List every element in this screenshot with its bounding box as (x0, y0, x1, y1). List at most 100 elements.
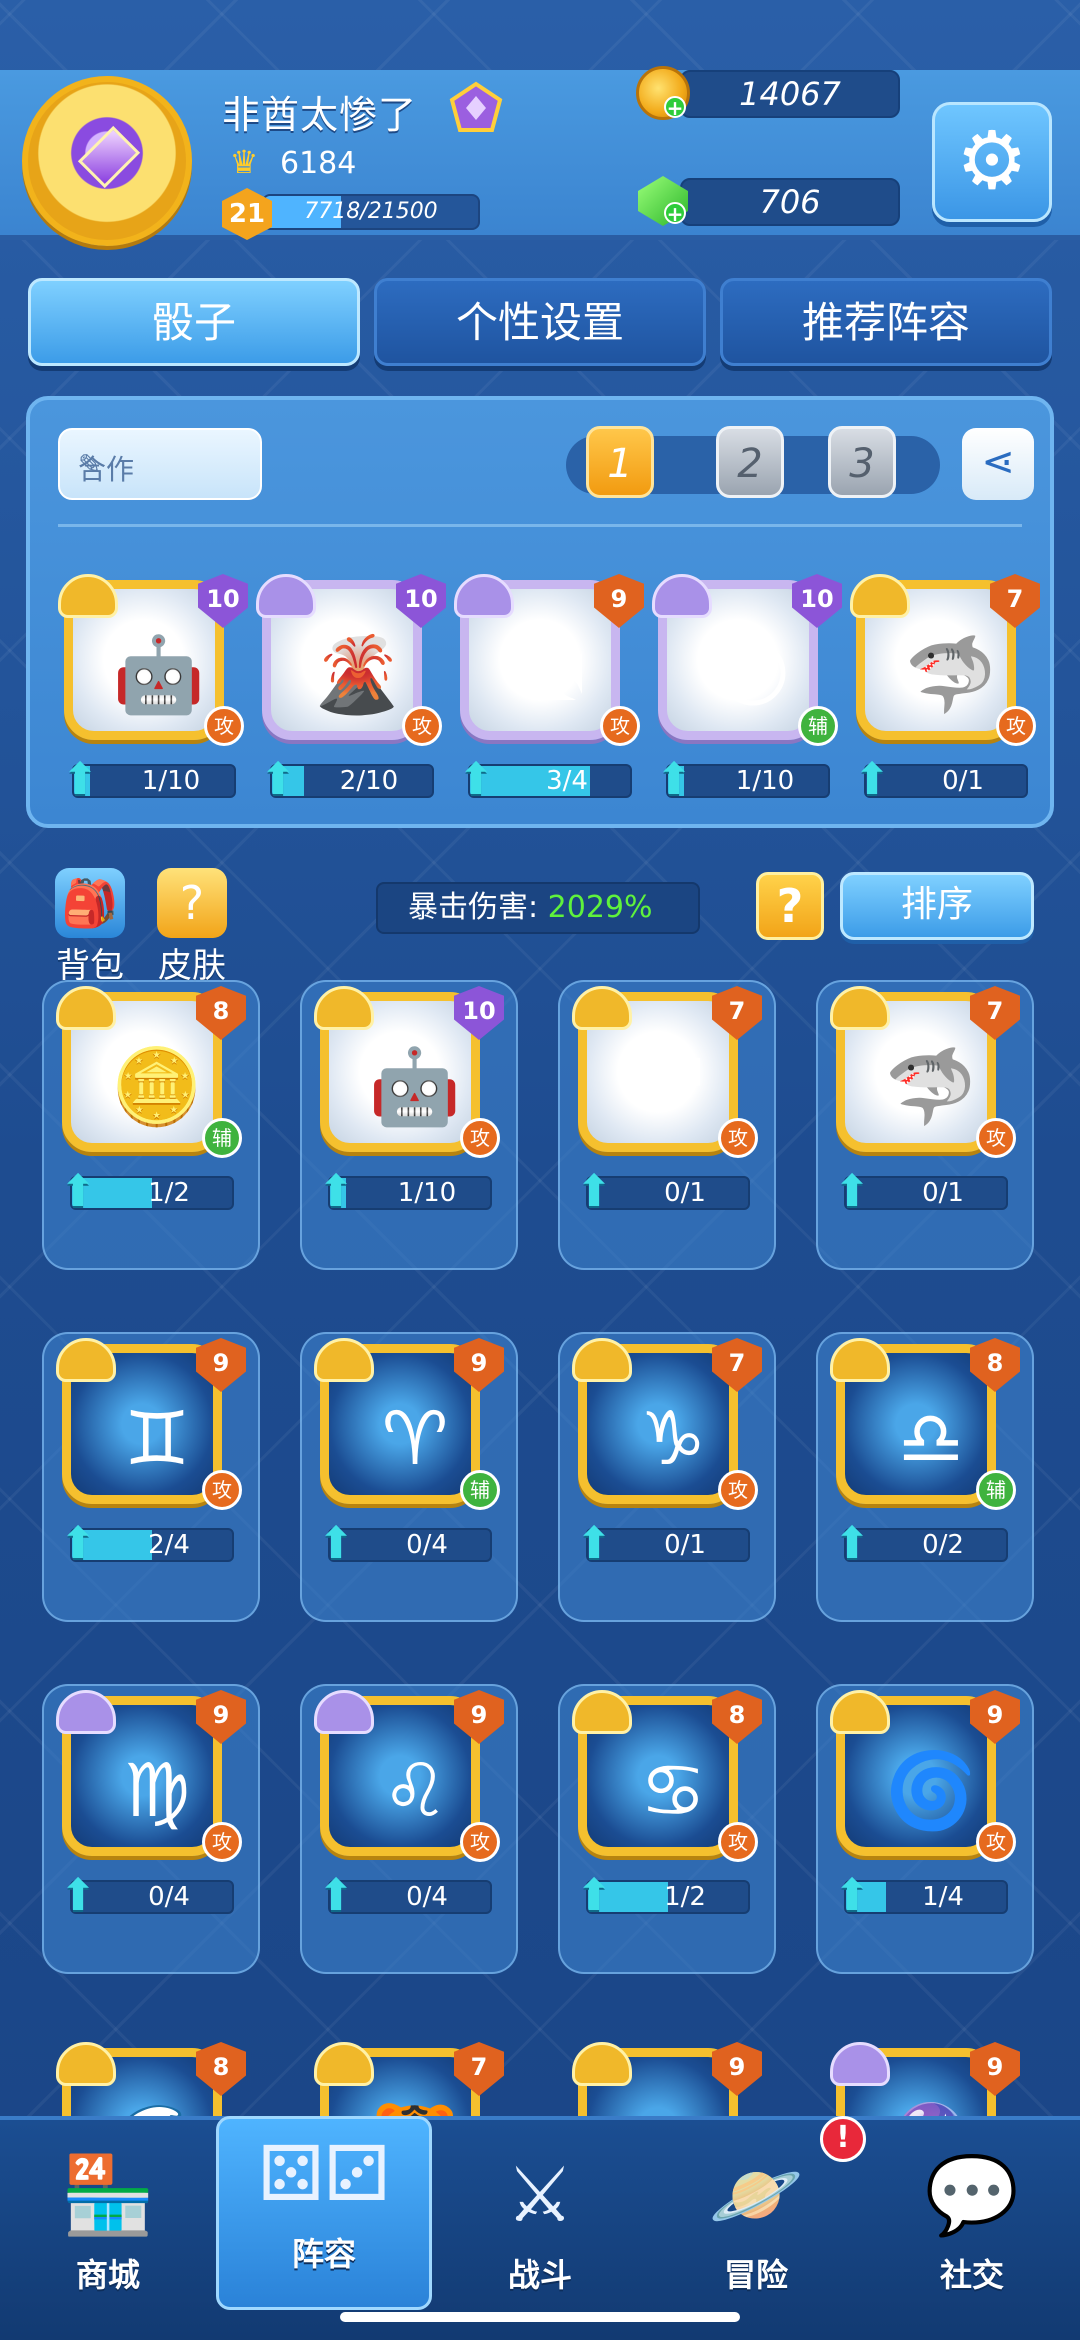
chat-icon: 💬 (924, 2150, 1020, 2239)
dice-type-badge: 攻 (976, 1822, 1016, 1862)
upgrade-progress-text: 0/4 (148, 1882, 190, 1912)
deck-slot-3[interactable]: 3 (828, 426, 896, 498)
bottom-nav: 🏪 商城 ⚄⚂ 阵容 ⚔ 战斗 🪐 冒险 💬 社交 (0, 2116, 1080, 2340)
upgrade-arrow-icon: ⬆ (59, 1518, 97, 1569)
add-coins-plus-icon[interactable]: + (664, 96, 686, 118)
upgrade-progress-text: 0/1 (664, 1178, 706, 1208)
dice-type-badge: 攻 (204, 706, 244, 746)
robot-icon: 🤖 (112, 632, 206, 718)
upgrade-arrow-icon: ⬆ (59, 1870, 97, 1921)
share-button[interactable]: ⋖ (962, 428, 1034, 500)
tab-personalize[interactable]: 个性设置 (374, 278, 706, 366)
upgrade-progress-text: 0/4 (406, 1530, 448, 1560)
deck-slot-switcher: 1 2 3 (566, 426, 940, 498)
gear-icon: ⚙ (956, 114, 1028, 207)
dice-type-badge: 辅 (460, 1470, 500, 1510)
trophy-icon: ♛ (229, 143, 259, 181)
upgrade-arrow-icon: ⬆ (575, 1870, 613, 1921)
upgrade-progress-text: 2/4 (148, 1530, 190, 1560)
upgrade-arrow-icon: ⬆ (317, 1518, 355, 1569)
rank-crown-icon (449, 81, 503, 132)
player-avatar[interactable] (22, 76, 192, 246)
nav-lineup[interactable]: ⚄⚂ 阵容 (216, 2116, 432, 2310)
dice-type-badge: 辅 (202, 1118, 242, 1158)
whirlpool-icon: 🌀 (884, 1748, 978, 1834)
dice-icon: ⚄⚂ (257, 2129, 391, 2218)
tab-recommended-lineup[interactable]: 推荐阵容 (720, 278, 1052, 366)
cross-icon: ✠ (523, 632, 586, 718)
leo-icon: ♌ (381, 1748, 449, 1834)
moon-icon: 🌕 (714, 632, 792, 718)
deck-slot-2[interactable]: 2 (716, 426, 784, 498)
dice-type-badge: 攻 (996, 706, 1036, 746)
upgrade-arrow-icon: ⬆ (575, 1518, 613, 1569)
libra-icon: ♎ (897, 1396, 965, 1482)
upgrade-progress-text: 1/2 (664, 1882, 706, 1912)
backpack-icon: 🎒 (55, 868, 125, 938)
gemini-icon: ♊ (123, 1396, 191, 1482)
upgrade-arrow-icon: ⬆ (457, 754, 495, 805)
coin-balance: 14067 (680, 70, 900, 118)
trophy-count: 6184 (280, 146, 357, 181)
dice-type-badge: 辅 (798, 706, 838, 746)
settings-button[interactable]: ⚙ (932, 102, 1052, 222)
upgrade-arrow-icon: ⬆ (833, 1870, 871, 1921)
help-button[interactable]: ? (756, 872, 824, 940)
upgrade-arrow-icon: ⬆ (575, 1166, 613, 1217)
crit-label: 暴击伤害: (408, 890, 539, 925)
upgrade-arrow-icon: ⬆ (317, 1166, 355, 1217)
dice-type-badge: 攻 (202, 1470, 242, 1510)
adventure-alert-badge: ! (820, 2116, 866, 2162)
skin-question-icon: ? (157, 868, 227, 938)
capricorn-icon: ♑ (639, 1396, 707, 1482)
pencil-icon[interactable]: ✎ (78, 448, 246, 481)
upgrade-progress-text: 0/1 (942, 766, 984, 796)
dice-type-badge: 攻 (460, 1822, 500, 1862)
xp-bar: 7718/21500 (262, 194, 480, 230)
upgrade-arrow-icon: ⬆ (61, 754, 99, 805)
deck-slot-1[interactable]: 1 (586, 426, 654, 498)
dice-type-badge: 攻 (718, 1470, 758, 1510)
backpack-button[interactable]: 🎒 背包 (48, 868, 132, 987)
dice-type-badge: 攻 (600, 706, 640, 746)
deck-name-field[interactable]: 合作 ✎ (58, 428, 262, 500)
upgrade-arrow-icon: ⬆ (259, 754, 297, 805)
upgrade-progress-text: 0/2 (922, 1530, 964, 1560)
upgrade-progress-text: 1/10 (397, 1178, 457, 1208)
player-name: 非酋太惨了 (222, 93, 418, 137)
upgrade-arrow-icon: ⬆ (833, 1166, 871, 1217)
cancer-icon: ♋ (639, 1748, 707, 1834)
upgrade-progress-text: 1/10 (735, 766, 795, 796)
upgrade-arrow-icon: ⬆ (853, 754, 891, 805)
upgrade-arrow-icon: ⬆ (59, 1166, 97, 1217)
upgrade-progress-text: 0/4 (406, 1882, 448, 1912)
dice-type-badge: 攻 (460, 1118, 500, 1158)
add-gems-plus-icon[interactable]: + (664, 202, 686, 224)
virgo-icon: ♍ (123, 1748, 191, 1834)
nav-social[interactable]: 💬 社交 (864, 2140, 1080, 2310)
deck-panel: 合作 ✎ 1 2 3 ⋖ 🤖 10 攻 ⬆ 1/10 🌋 10 攻 ⬆ 2/10 ✠ 9 攻 ⬆ 3/4 🌕 1… (26, 396, 1054, 828)
home-indicator[interactable] (340, 2312, 740, 2322)
avatar-gem-icon (77, 125, 141, 189)
upgrade-progress-text: 0/1 (922, 1178, 964, 1208)
nav-social-label: 社交 (939, 2256, 1004, 2294)
upgrade-progress-text: 1/2 (148, 1178, 190, 1208)
nav-adventure[interactable]: 🪐 冒险 (648, 2140, 864, 2310)
sort-button[interactable]: 排序 (840, 872, 1034, 940)
nav-shop-label: 商城 (75, 2256, 140, 2294)
upgrade-progress-text: 0/1 (664, 1530, 706, 1560)
dice-type-badge: 攻 (718, 1822, 758, 1862)
dice-type-badge: 攻 (976, 1118, 1016, 1158)
tab-dice[interactable]: 骰子 (28, 278, 360, 366)
share-icon: ⋖ (981, 439, 1015, 485)
upgrade-arrow-icon: ⬆ (317, 1870, 355, 1921)
skin-button[interactable]: ? 皮肤 (150, 868, 234, 987)
coin-icon: 🪙 (110, 1044, 204, 1130)
robot-icon: 🤖 (368, 1044, 462, 1130)
swords-icon: ⚔ (505, 2150, 575, 2239)
nav-battle[interactable]: ⚔ 战斗 (432, 2140, 648, 2310)
player-header: 非酋太惨了 ♛ 6184 7718/21500 21 14067 + 706 +… (0, 66, 1080, 246)
nav-shop[interactable]: 🏪 商城 (0, 2140, 216, 2310)
upgrade-arrow-icon: ⬆ (833, 1518, 871, 1569)
gem-balance: 706 (680, 178, 900, 226)
